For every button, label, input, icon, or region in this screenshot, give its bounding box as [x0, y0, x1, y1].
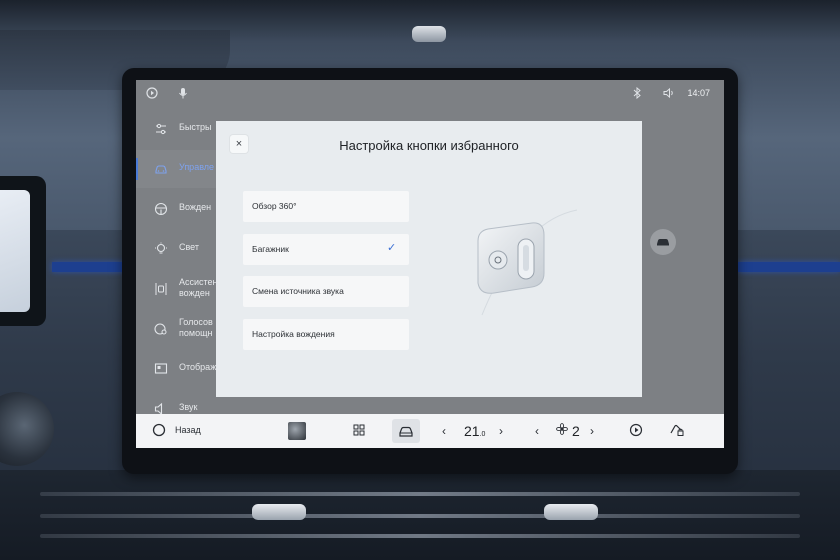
bluetooth-icon	[633, 86, 641, 103]
option-label: Обзор 360°	[252, 201, 297, 211]
bottom-dock: Назад ‹ 21.0 › ‹ 2 ›	[136, 414, 724, 448]
sidebar-item-assistant[interactable]: Ассистен вожден	[136, 270, 220, 308]
option-trunk[interactable]: Багажник ✓	[243, 234, 409, 265]
fan-icon	[556, 423, 568, 439]
steering-wheel-icon	[154, 202, 168, 216]
settings-sidebar: Быстры Управле Вожден Свет Ассистен вожд…	[136, 108, 220, 416]
ambient-light-right	[738, 262, 840, 272]
light-bulb-icon	[154, 242, 168, 256]
back-circle-icon[interactable]	[152, 423, 166, 441]
media-thumbnail[interactable]	[288, 422, 306, 440]
instrument-cluster-screen	[0, 190, 30, 312]
fan-up-button[interactable]: ›	[590, 423, 594, 439]
vent-slat	[40, 534, 800, 538]
car-lock-icon[interactable]	[669, 423, 685, 441]
sidebar-item-control[interactable]: Управле	[136, 150, 220, 188]
checkmark-icon: ✓	[387, 242, 397, 254]
infotainment-screen: 14:07 Быстры Управле Вожден Свет Ассисте…	[136, 80, 724, 448]
temperature-display[interactable]: 21.0	[464, 423, 485, 439]
temperature-value: 21	[464, 423, 480, 439]
voice-assistant-icon	[154, 322, 168, 336]
option-audio-source[interactable]: Смена источника звука	[243, 276, 409, 307]
option-label: Багажник	[252, 244, 289, 254]
vent-clip[interactable]	[252, 504, 306, 520]
steering-wheel-buttons-illustration	[472, 205, 578, 316]
temp-down-button[interactable]: ‹	[442, 423, 446, 439]
sidebar-item-light[interactable]: Свет	[136, 230, 220, 268]
vehicle-settings-button[interactable]	[392, 419, 420, 443]
temperature-decimal: .0	[479, 431, 486, 438]
sidebar-item-quick[interactable]: Быстры	[136, 110, 220, 148]
vent-slat	[40, 514, 800, 518]
vent-slat	[40, 492, 800, 496]
play-circle-icon[interactable]	[146, 87, 158, 103]
car-icon	[154, 162, 168, 176]
instrument-cluster	[0, 176, 46, 326]
dialog-title: Настройка кнопки избранного	[339, 138, 519, 153]
fan-down-button[interactable]: ‹	[535, 423, 539, 439]
option-360-view[interactable]: Обзор 360°	[243, 191, 409, 222]
car-icon	[398, 424, 414, 443]
option-label: Смена источника звука	[252, 286, 344, 296]
vent-clip[interactable]	[544, 504, 598, 520]
lane-assist-icon	[154, 282, 168, 296]
option-driving-settings[interactable]: Настройка вождения	[243, 319, 409, 350]
ambient-light-left	[52, 262, 126, 272]
sidebar-item-driving[interactable]: Вожден	[136, 190, 220, 228]
apps-grid-icon[interactable]	[352, 423, 366, 441]
fan-level: 2	[572, 423, 580, 439]
sliders-icon	[154, 122, 168, 136]
status-bar: 14:07	[136, 80, 724, 108]
option-label: Настройка вождения	[252, 329, 335, 339]
favorite-button-dialog: × Настройка кнопки избранного Обзор 360°…	[216, 121, 642, 397]
back-button[interactable]: Назад	[175, 425, 201, 435]
volume-icon[interactable]	[663, 87, 675, 103]
display-icon	[154, 362, 168, 376]
sidebar-item-label: Звук	[179, 402, 198, 412]
play-circle-icon[interactable]	[629, 423, 643, 441]
sidebar-item-display[interactable]: Отображ	[136, 350, 220, 388]
car-icon	[656, 238, 670, 250]
temp-up-button[interactable]: ›	[499, 423, 503, 439]
dashboard-knob	[412, 26, 446, 42]
sidebar-item-voice[interactable]: Голосов помощн	[136, 310, 220, 348]
car-view-button[interactable]	[650, 229, 676, 255]
microphone-icon[interactable]	[178, 87, 188, 103]
clock: 14:07	[687, 88, 710, 98]
